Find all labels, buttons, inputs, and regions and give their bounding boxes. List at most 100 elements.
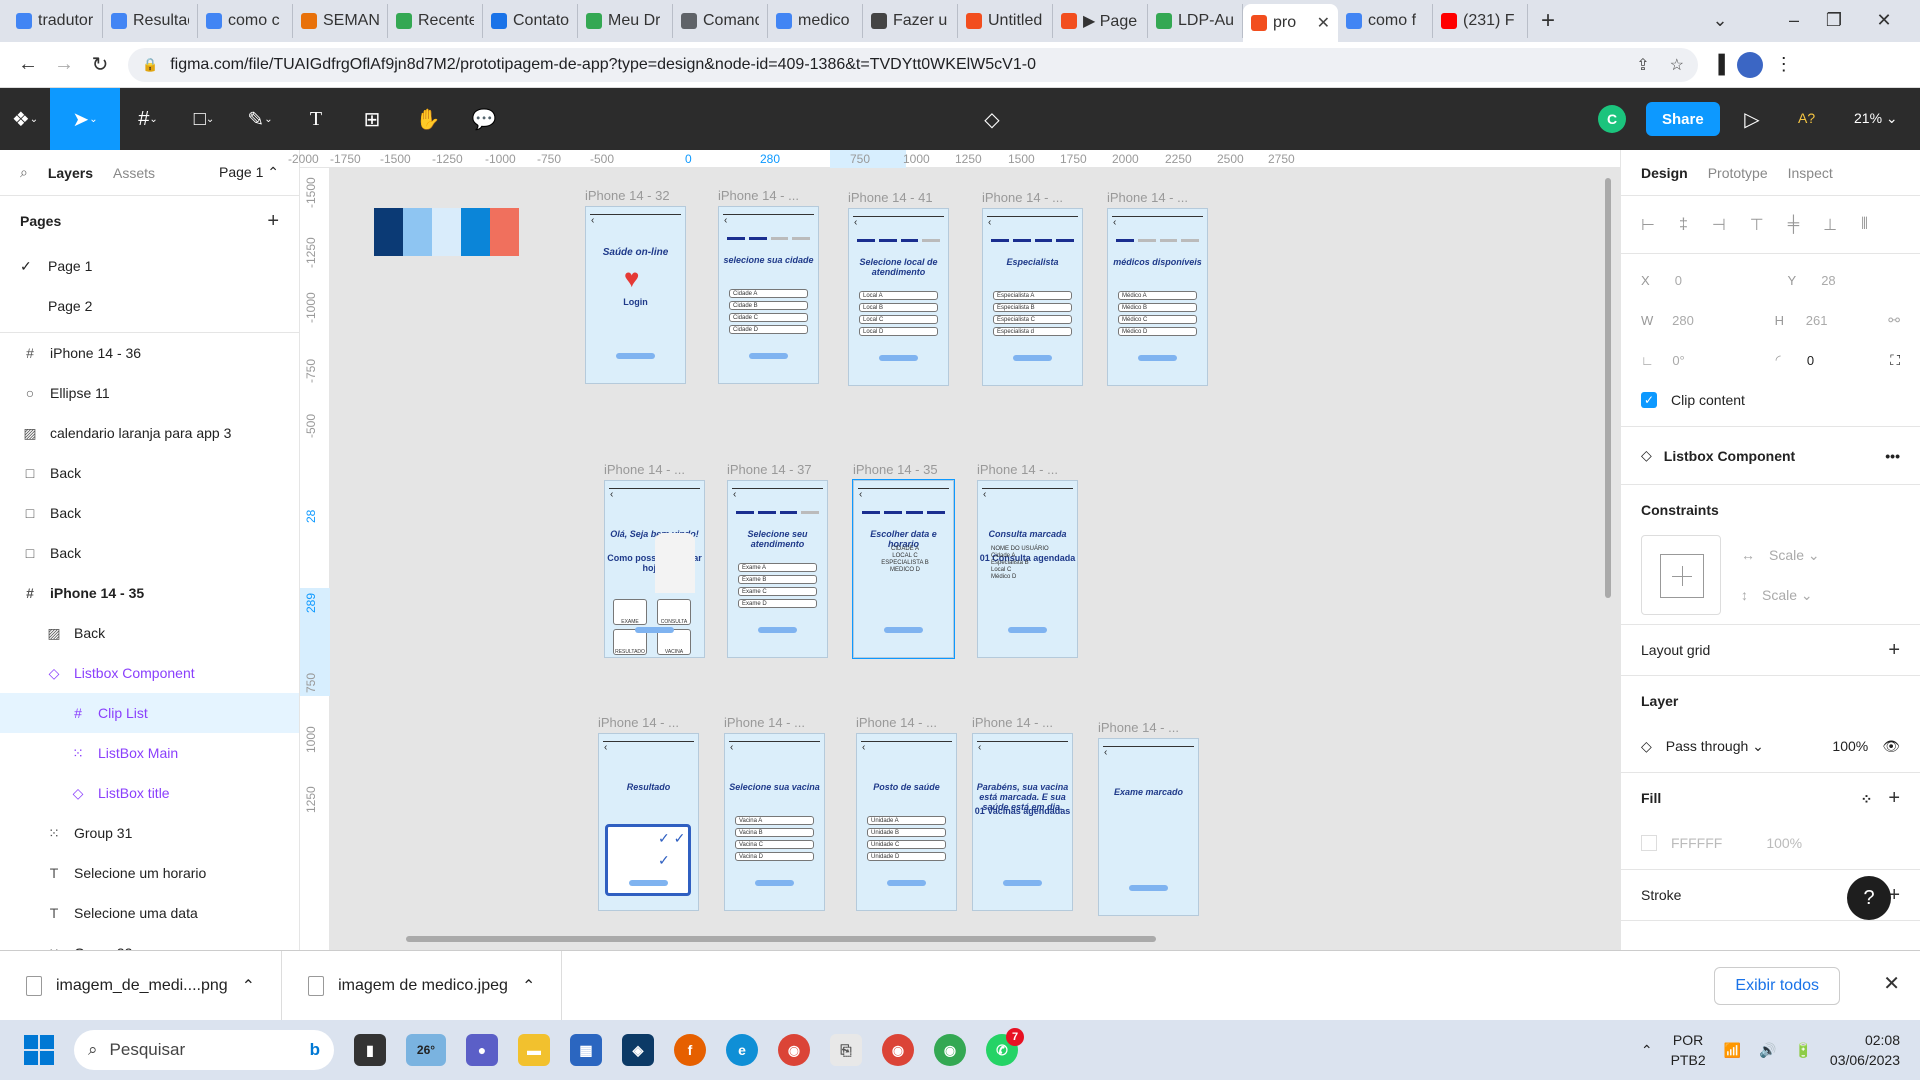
frame-option[interactable]: Unidade A (867, 816, 946, 825)
pen-tool-icon[interactable]: ✎ ⌄ (232, 88, 288, 150)
frame-option[interactable]: Especialista B (993, 303, 1072, 312)
close-tab-icon[interactable]: ✕ (1317, 13, 1330, 33)
browser-tab[interactable]: LDP-Au (1148, 4, 1243, 38)
canvas-horizontal-scrollbar[interactable] (406, 936, 1156, 942)
tab-layers[interactable]: Layers (48, 165, 93, 181)
frame-option[interactable]: Especialista d (993, 327, 1072, 336)
phone-frame[interactable]: ‹ Selecione seu atendimento Exame A Exame B… (727, 480, 828, 658)
browser-tab[interactable]: Fazer u (863, 4, 958, 38)
edge-icon[interactable]: e (726, 1034, 758, 1066)
layer-item[interactable]: □ Back (0, 493, 299, 533)
align-right-icon[interactable]: ⊣ (1712, 215, 1726, 235)
add-layout-grid-icon[interactable]: + (1888, 639, 1900, 662)
frame-continue-button[interactable] (1128, 885, 1169, 891)
add-page-icon[interactable]: + (267, 210, 279, 233)
fill-opacity-input[interactable]: 100% (1766, 835, 1802, 851)
reload-icon[interactable]: ↻ (82, 47, 118, 83)
frame-option[interactable]: LOCAL C (864, 552, 943, 559)
layer-item[interactable]: ⁙ Group 31 (0, 813, 299, 853)
frame-continue-button[interactable] (628, 880, 669, 886)
palette-swatch[interactable] (374, 208, 403, 256)
whatsapp-icon[interactable]: ✆ 7 (986, 1028, 1024, 1066)
browser-tab[interactable]: medico (768, 4, 863, 38)
browser-tab[interactable]: Resultados (103, 4, 198, 38)
frame-continue-button[interactable] (1012, 355, 1053, 361)
frame-continue-button[interactable] (634, 627, 675, 633)
browser-tab[interactable]: ▶ Page (1053, 4, 1148, 38)
frame-continue-button[interactable] (886, 880, 927, 886)
chrome-icon[interactable]: ◉ (778, 1034, 810, 1066)
layer-item[interactable]: ◇ ListBox title (0, 773, 299, 813)
frame-continue-button[interactable] (754, 880, 795, 886)
layer-item[interactable]: ○ Ellipse 11 (0, 373, 299, 413)
sidebar-toggle-icon[interactable]: ▐ (1712, 54, 1725, 75)
volume-icon[interactable]: 🔊 (1759, 1042, 1776, 1059)
chevron-up-icon[interactable]: ⌃ (522, 976, 535, 996)
component-name[interactable]: Listbox Component (1664, 448, 1795, 464)
frame-option[interactable]: Cidade A (729, 289, 808, 298)
frame-option[interactable]: Vacina D (735, 852, 814, 861)
browser-tab[interactable]: Comand (673, 4, 768, 38)
phone-frame[interactable]: ‹ Exame marcado (1098, 738, 1199, 916)
phone-frame[interactable]: ‹ Posto de saúde Unidade A Unidade B Unidade… (856, 733, 957, 911)
browser-tab[interactable]: como c (198, 4, 293, 38)
teams-icon[interactable]: ● (466, 1034, 498, 1066)
back-chevron-icon[interactable]: ‹ (604, 742, 607, 753)
browser-tab[interactable]: Meu Dr (578, 4, 673, 38)
layer-item[interactable]: ▨ calendario laranja para app 3 (0, 413, 299, 453)
frame-option[interactable]: Vacina C (735, 840, 814, 849)
frame-label[interactable]: iPhone 14 - 32 (585, 188, 670, 203)
frame-option[interactable]: Unidade C (867, 840, 946, 849)
download-item[interactable]: imagem_de_medi....png ⌃ (0, 950, 283, 1021)
tab-design[interactable]: Design (1641, 165, 1688, 181)
pdf-app-icon[interactable]: ⎘ (830, 1034, 862, 1066)
back-arrow-icon[interactable]: ← (10, 47, 46, 83)
layer-opacity-input[interactable]: 100% (1832, 738, 1868, 754)
browser-menu-icon[interactable]: ⋮ (1775, 54, 1793, 75)
palette-swatch[interactable] (432, 208, 461, 256)
frame-option[interactable]: Vacina B (735, 828, 814, 837)
dev-mode-icon[interactable]: ◇ (964, 88, 1020, 150)
tab-search-icon[interactable]: ⌄ (1696, 0, 1744, 40)
frame-option[interactable]: NOME DO USUÁRIO (988, 545, 1067, 552)
layer-item[interactable]: T Selecione um horario (0, 853, 299, 893)
taskbar-search[interactable]: ⌕ Pesquisar b (74, 1030, 334, 1070)
frame-option[interactable]: Especialista A (993, 291, 1072, 300)
layer-item[interactable]: T Selecione uma data (0, 893, 299, 933)
layer-item[interactable]: ⁙ ListBox Main (0, 733, 299, 773)
chevron-up-icon[interactable]: ⌃ (242, 976, 255, 996)
frame-tool-icon[interactable]: # ⌄ (120, 88, 176, 150)
frame-option[interactable]: CIDADE A (864, 545, 943, 552)
layer-item[interactable]: # iPhone 14 - 35 (0, 573, 299, 613)
layer-item[interactable]: # iPhone 14 - 36 (0, 333, 299, 373)
layer-item[interactable]: □ Back (0, 533, 299, 573)
download-item[interactable]: imagem de medico.jpeg ⌃ (282, 950, 563, 1021)
store-icon[interactable]: ▦ (570, 1034, 602, 1066)
frame-option[interactable]: MEDICO D (864, 566, 943, 573)
back-chevron-icon[interactable]: ‹ (1113, 217, 1116, 228)
browser-tab[interactable]: tradutor (8, 4, 103, 38)
frame-option[interactable]: Exame D (738, 599, 817, 608)
align-top-icon[interactable]: ⊤ (1750, 215, 1764, 235)
back-chevron-icon[interactable]: ‹ (859, 489, 862, 500)
browser-tab[interactable]: Recente (388, 4, 483, 38)
text-tool-icon[interactable]: T (288, 88, 344, 150)
frame-label[interactable]: iPhone 14 - ... (856, 715, 937, 730)
frame-option[interactable]: Cidade A (988, 552, 1067, 559)
distribute-icon[interactable]: ⦀ (1861, 216, 1868, 234)
bookmark-star-icon[interactable]: ☆ (1670, 55, 1684, 75)
frame-option[interactable]: Especialista B (988, 559, 1067, 566)
frame-label[interactable]: iPhone 14 - ... (1098, 720, 1179, 735)
phone-frame[interactable]: ‹Olá, Seja bem vindo!Como posso te ajuda… (604, 480, 705, 658)
visibility-eye-icon[interactable]: 👁 (1882, 738, 1900, 755)
frame-option[interactable]: Local C (988, 566, 1067, 573)
back-chevron-icon[interactable]: ‹ (610, 489, 613, 500)
shape-tool-icon[interactable]: □ ⌄ (176, 88, 232, 150)
frame-option[interactable]: Cidade C (729, 313, 808, 322)
maximize-icon[interactable]: ❐ (1810, 0, 1858, 40)
y-input[interactable]: 28 (1821, 273, 1900, 288)
frame-option[interactable]: Local C (859, 315, 938, 324)
task-view-icon[interactable]: ▮ (354, 1034, 386, 1066)
hand-tool-icon[interactable]: ✋ (400, 88, 456, 150)
rotation-input[interactable]: 0° (1672, 353, 1741, 368)
